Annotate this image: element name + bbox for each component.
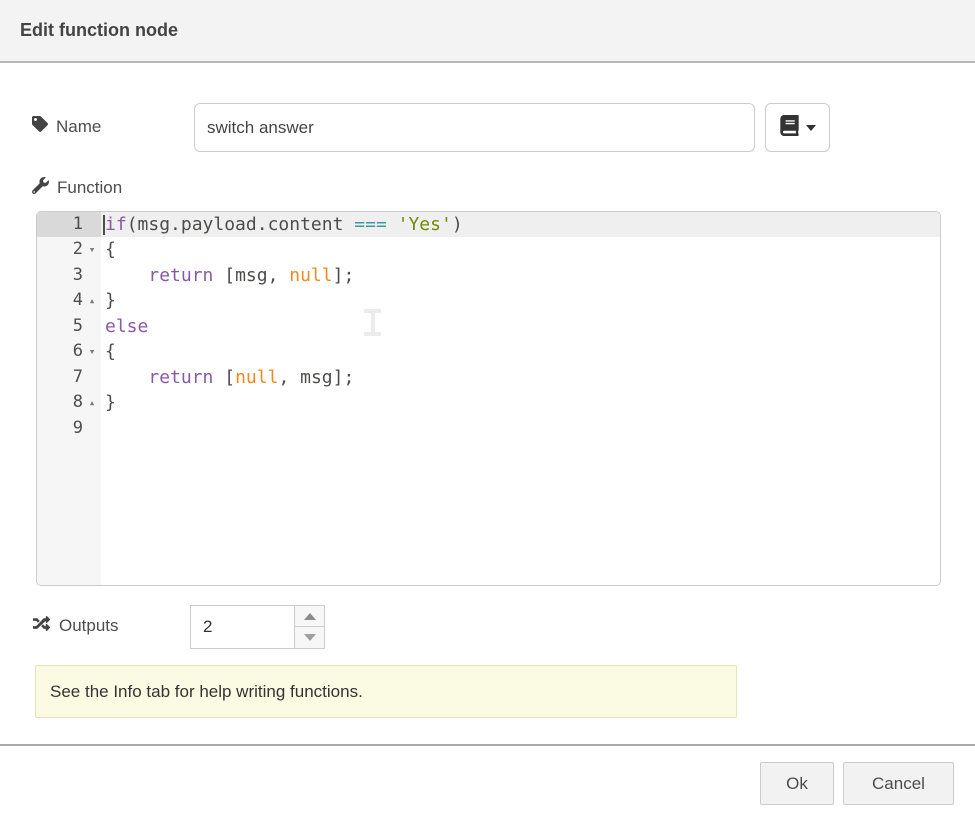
gutter-row: 2▾ <box>37 237 101 262</box>
spinner-up-button[interactable] <box>295 606 324 627</box>
line-number: 3 <box>37 263 83 288</box>
outputs-value-input[interactable]: 2 <box>191 606 294 648</box>
code-line[interactable]: } <box>101 390 940 415</box>
function-code-editor[interactable]: 12▾34▴56▾78▴9 if(msg.payload.content ===… <box>36 211 941 586</box>
line-number: 9 <box>37 416 83 441</box>
spinner-buttons <box>294 606 324 648</box>
gutter-row: 6▾ <box>37 339 101 364</box>
tag-icon <box>32 116 48 137</box>
function-label: Function <box>32 177 122 199</box>
code-line[interactable]: if(msg.payload.content === 'Yes') <box>101 212 940 237</box>
line-number: 8 <box>37 390 83 415</box>
chevron-down-icon <box>806 125 816 131</box>
line-number: 6 <box>37 339 83 364</box>
code-line[interactable]: { <box>101 339 940 364</box>
book-icon <box>780 115 799 141</box>
library-dropdown-button[interactable] <box>765 103 830 152</box>
line-number: 7 <box>37 365 83 390</box>
gutter-row: 5 <box>37 314 101 339</box>
arrow-down-icon <box>304 634 316 641</box>
edit-function-node-dialog: Edit function node Name Function 12▾34▴5… <box>0 0 975 824</box>
line-number: 2 <box>37 237 83 262</box>
gutter-row: 8▴ <box>37 390 101 415</box>
line-number: 5 <box>37 314 83 339</box>
gutter-row: 7 <box>37 365 101 390</box>
ok-button[interactable]: Ok <box>760 762 834 805</box>
outputs-spinner: 2 <box>190 605 325 649</box>
arrow-up-icon <box>304 613 316 620</box>
gutter-row: 4▴ <box>37 288 101 313</box>
gutter-row: 9 <box>37 416 101 441</box>
dialog-header: Edit function node <box>0 0 975 63</box>
info-tip: See the Info tab for help writing functi… <box>35 665 737 718</box>
name-input[interactable] <box>194 103 755 152</box>
text-caret <box>103 215 105 235</box>
outputs-label: Outputs <box>32 615 119 637</box>
fold-close-icon[interactable]: ▴ <box>83 288 101 313</box>
code-line[interactable]: return [null, msg]; <box>101 365 940 390</box>
gutter-row: 3 <box>37 263 101 288</box>
outputs-label-text: Outputs <box>59 616 119 636</box>
code-line[interactable]: return [msg, null]; <box>101 263 940 288</box>
code-line[interactable]: else <box>101 314 940 339</box>
wrench-icon <box>32 177 49 199</box>
shuffle-icon <box>32 615 51 637</box>
gutter-row: 1 <box>37 212 101 237</box>
footer-divider <box>0 744 975 746</box>
info-tip-text: See the Info tab for help writing functi… <box>50 682 363 702</box>
cancel-button[interactable]: Cancel <box>843 762 954 805</box>
function-label-text: Function <box>57 178 122 198</box>
code-line[interactable] <box>101 416 940 441</box>
fold-open-icon[interactable]: ▾ <box>83 339 101 364</box>
line-number: 4 <box>37 288 83 313</box>
editor-gutter: 12▾34▴56▾78▴9 <box>37 212 101 585</box>
name-label-text: Name <box>56 117 101 137</box>
fold-open-icon[interactable]: ▾ <box>83 237 101 262</box>
code-line[interactable]: } <box>101 288 940 313</box>
spinner-down-button[interactable] <box>295 627 324 648</box>
fold-close-icon[interactable]: ▴ <box>83 390 101 415</box>
line-number: 1 <box>37 212 83 237</box>
editor-code-area[interactable]: if(msg.payload.content === 'Yes'){ retur… <box>101 212 940 585</box>
mouse-ibeam-cursor <box>364 309 381 336</box>
dialog-title: Edit function node <box>20 20 178 41</box>
name-label: Name <box>32 116 101 137</box>
code-line[interactable]: { <box>101 237 940 262</box>
